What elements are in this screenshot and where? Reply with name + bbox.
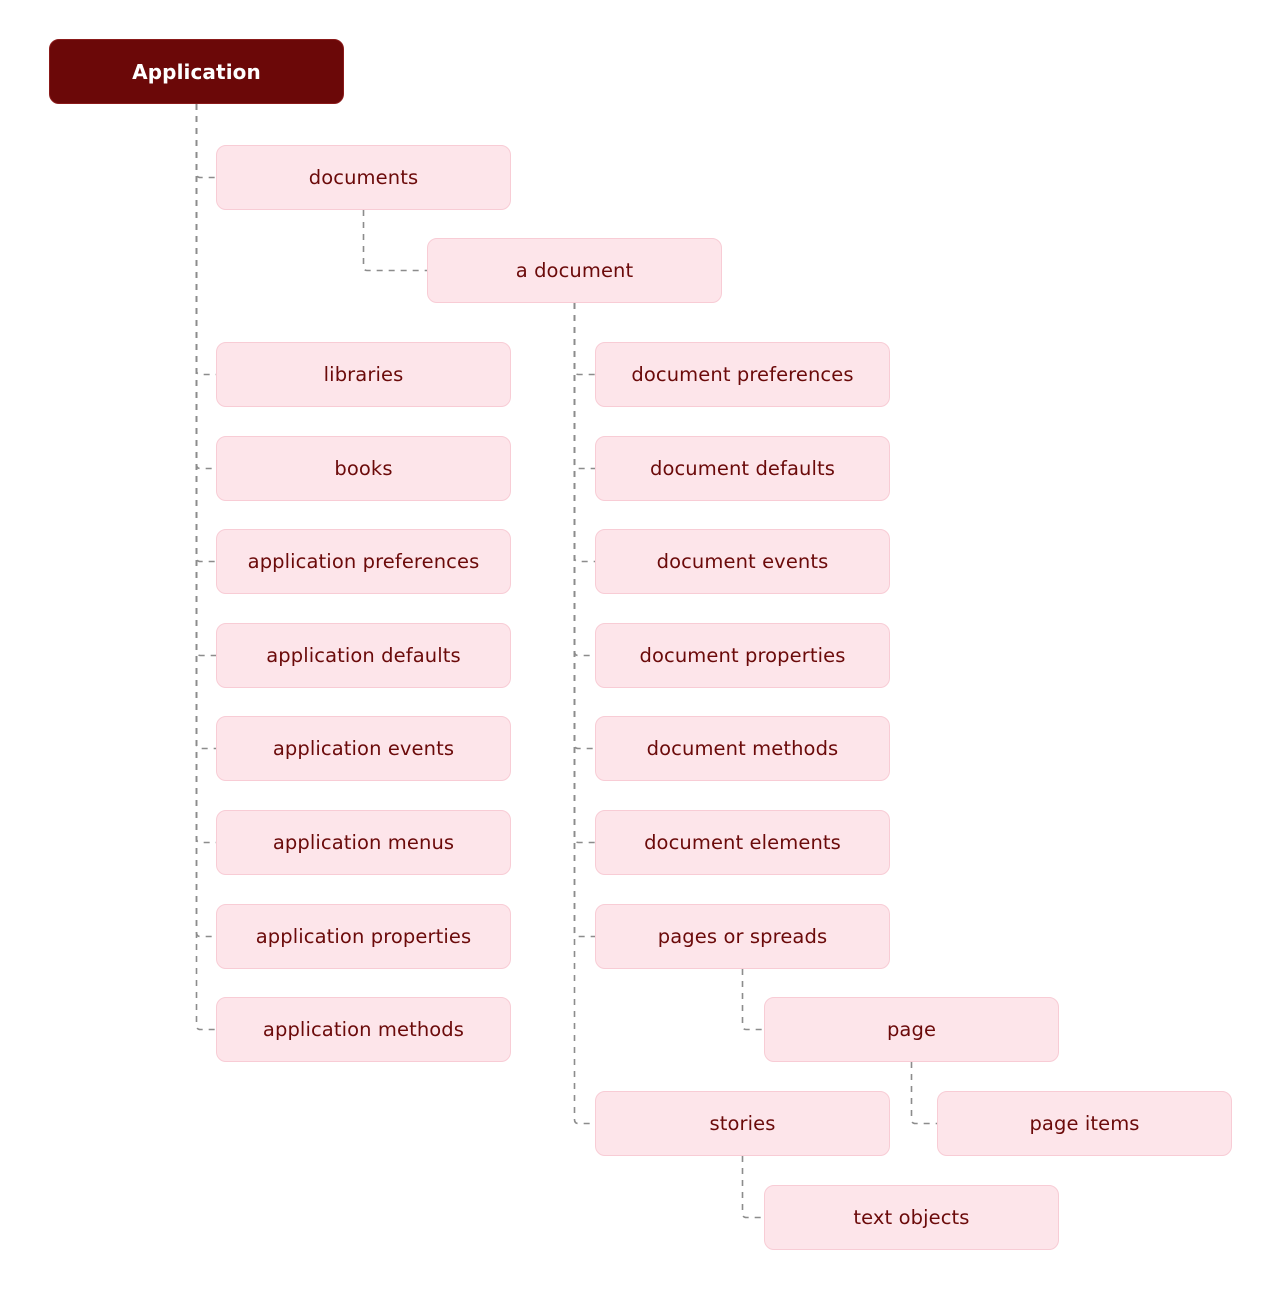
node-document-events[interactable]: document events xyxy=(595,529,890,594)
connector-application-application-menus xyxy=(195,104,216,844)
connector-a-document-stories xyxy=(573,303,595,1125)
connector-a-document-pages-or-spreads xyxy=(573,303,595,938)
connector-page-page-items xyxy=(910,1062,937,1125)
connector-application-application-preferences xyxy=(195,104,216,563)
connector-a-document-document-events xyxy=(573,303,595,563)
node-application-defaults[interactable]: application defaults xyxy=(216,623,511,688)
node-document-defaults[interactable]: document defaults xyxy=(595,436,890,501)
node-application-properties[interactable]: application properties xyxy=(216,904,511,969)
connector-a-document-document-preferences xyxy=(573,303,595,376)
node-document-methods[interactable]: document methods xyxy=(595,716,890,781)
node-text-objects[interactable]: text objects xyxy=(764,1185,1059,1250)
node-document-elements[interactable]: document elements xyxy=(595,810,890,875)
node-documents[interactable]: documents xyxy=(216,145,511,210)
connector-application-books xyxy=(195,104,216,470)
node-page[interactable]: page xyxy=(764,997,1059,1062)
connector-pages-or-spreads-page xyxy=(741,969,764,1031)
tree-diagram: Application documents a document librari… xyxy=(0,0,1280,1316)
connector-documents-a-document xyxy=(362,210,427,272)
node-application-events[interactable]: application events xyxy=(216,716,511,781)
node-page-items[interactable]: page items xyxy=(937,1091,1232,1156)
connector-application-documents xyxy=(195,104,216,179)
connector-application-application-properties xyxy=(195,104,216,938)
node-document-preferences[interactable]: document preferences xyxy=(595,342,890,407)
connector-application-libraries xyxy=(195,104,216,376)
connector-a-document-document-properties xyxy=(573,303,595,657)
node-stories[interactable]: stories xyxy=(595,1091,890,1156)
node-application-methods[interactable]: application methods xyxy=(216,997,511,1062)
connector-stories-text-objects xyxy=(741,1156,764,1219)
node-books[interactable]: books xyxy=(216,436,511,501)
node-application-menus[interactable]: application menus xyxy=(216,810,511,875)
node-pages-or-spreads[interactable]: pages or spreads xyxy=(595,904,890,969)
node-a-document[interactable]: a document xyxy=(427,238,722,303)
connector-application-application-methods xyxy=(195,104,216,1031)
connector-application-application-defaults xyxy=(195,104,216,657)
node-application[interactable]: Application xyxy=(49,39,344,104)
node-document-properties[interactable]: document properties xyxy=(595,623,890,688)
connector-a-document-document-methods xyxy=(573,303,595,750)
connector-a-document-document-elements xyxy=(573,303,595,844)
connector-a-document-document-defaults xyxy=(573,303,595,470)
connector-application-application-events xyxy=(195,104,216,750)
node-application-preferences[interactable]: application preferences xyxy=(216,529,511,594)
node-libraries[interactable]: libraries xyxy=(216,342,511,407)
